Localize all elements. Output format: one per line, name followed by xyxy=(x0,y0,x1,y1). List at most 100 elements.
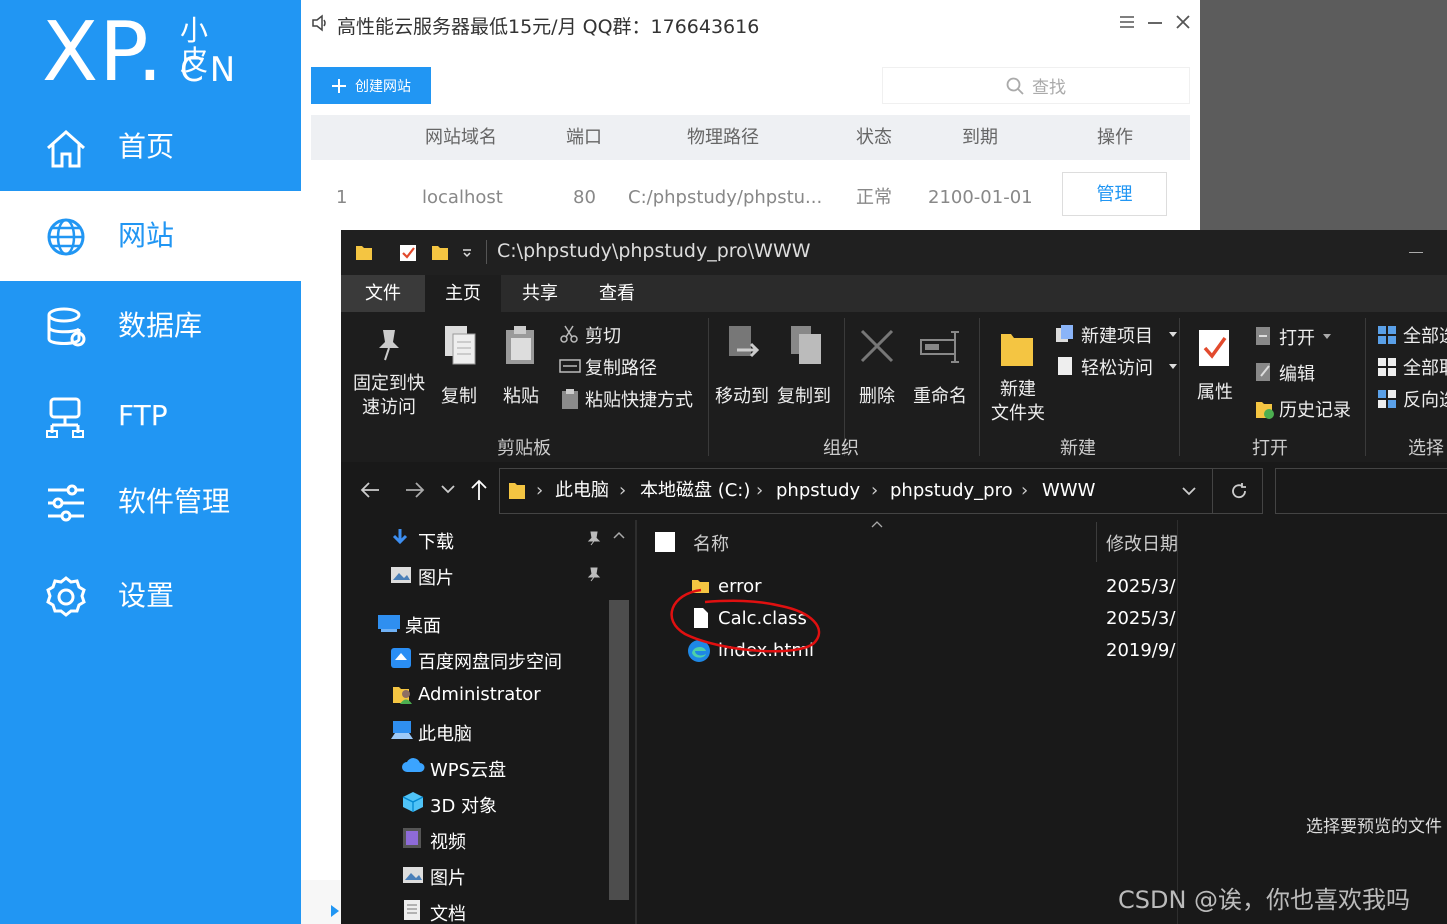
nav-pictures-quick[interactable]: 图片 xyxy=(418,564,454,590)
properties-check-icon[interactable] xyxy=(399,242,417,262)
nav-database[interactable]: 数据库 xyxy=(0,281,301,371)
nav-documents[interactable]: 文档 xyxy=(430,900,466,924)
breadcrumb-local-disk[interactable]: 本地磁盘 (C:) xyxy=(640,469,750,513)
copy-to-button[interactable]: 复制到 xyxy=(777,320,835,430)
3d-objects-icon xyxy=(402,791,424,813)
home-icon xyxy=(44,126,88,170)
col-name-header[interactable]: 名称 xyxy=(693,530,729,556)
manage-button[interactable]: 管理 xyxy=(1062,172,1167,216)
scroll-up-icon[interactable] xyxy=(613,530,625,540)
nav-wps-cloud[interactable]: WPS云盘 xyxy=(430,756,506,782)
select-all-checkbox[interactable] xyxy=(655,532,675,552)
history-button[interactable]: 历史记录 xyxy=(1253,396,1363,422)
nav-this-pc[interactable]: 此电脑 xyxy=(418,720,472,746)
minimize-icon[interactable] xyxy=(1147,14,1163,30)
nav-desktop[interactable]: 桌面 xyxy=(405,612,441,638)
tab-view[interactable]: 查看 xyxy=(579,275,655,312)
nav-videos[interactable]: 视频 xyxy=(430,828,466,854)
pin-icon[interactable] xyxy=(585,566,601,582)
desktop-background xyxy=(1200,0,1447,230)
breadcrumb-this-pc[interactable]: 此电脑 xyxy=(555,469,609,513)
announcement[interactable]: 高性能云服务器最低15元/月 QQ群：176643616 xyxy=(337,12,759,39)
cut-button[interactable]: 剪切 xyxy=(559,322,699,348)
desktop-icon xyxy=(377,614,401,632)
search-input[interactable]: 查找 xyxy=(882,67,1190,104)
nav-administrator[interactable]: Administrator xyxy=(418,684,541,705)
new-item-button[interactable]: 新建项目 xyxy=(1053,322,1177,348)
rename-button[interactable]: 重命名 xyxy=(911,320,969,430)
properties-icon xyxy=(1197,326,1231,368)
edit-icon xyxy=(1255,362,1273,382)
nav-settings[interactable]: 设置 xyxy=(0,551,301,641)
gear-icon xyxy=(44,575,88,619)
nav-ftp[interactable]: FTP xyxy=(0,371,301,461)
create-website-button[interactable]: 创建网站 xyxy=(311,67,431,104)
tab-home[interactable]: 主页 xyxy=(425,275,501,312)
pin-icon[interactable] xyxy=(585,530,601,546)
nav-database-label: 数据库 xyxy=(118,309,203,342)
breadcrumb-phpstudy-pro[interactable]: phpstudy_pro xyxy=(890,469,1013,513)
col-action: 操作 xyxy=(1097,127,1133,148)
new-folder-quick-icon[interactable] xyxy=(431,242,449,262)
close-icon[interactable] xyxy=(1175,14,1191,30)
nav-3d-objects[interactable]: 3D 对象 xyxy=(430,792,497,818)
nav-home[interactable]: 首页 xyxy=(0,102,301,192)
paste-button[interactable]: 粘贴 xyxy=(499,320,543,420)
paste-shortcut-button[interactable]: 粘贴快捷方式 xyxy=(559,386,699,412)
move-to-button[interactable]: 移动到 xyxy=(715,320,773,430)
copy-label: 复制 xyxy=(441,386,477,407)
up-arrow-icon[interactable] xyxy=(469,478,489,502)
cut-label: 剪切 xyxy=(585,326,621,347)
back-arrow-icon[interactable] xyxy=(359,480,381,500)
select-all-button[interactable]: 全部选 xyxy=(1377,322,1447,348)
new-item-label: 新建项目 xyxy=(1081,326,1153,347)
nav-website[interactable]: 网站 xyxy=(0,191,301,281)
file-date: 2019/9/ xyxy=(1106,640,1176,661)
address-bar[interactable]: › 此电脑 › 本地磁盘 (C:) › phpstudy › phpstudy_… xyxy=(499,468,1263,514)
properties-button[interactable]: 属性 xyxy=(1193,320,1237,434)
col-modified-header[interactable]: 修改日期 xyxy=(1106,530,1178,556)
nav-baidu-sync[interactable]: 百度网盘同步空间 xyxy=(418,648,562,674)
forward-arrow-icon[interactable] xyxy=(404,480,426,500)
open-button[interactable]: 打开 xyxy=(1253,324,1343,350)
logo-xp: XP. xyxy=(42,5,164,100)
breadcrumb-www[interactable]: WWW xyxy=(1042,469,1095,513)
copy-button[interactable]: 复制 xyxy=(439,320,483,420)
expand-arrow-icon[interactable] xyxy=(330,904,340,918)
nav-pictures[interactable]: 图片 xyxy=(430,864,466,890)
pin-quick-access-button[interactable]: 固定到快 速访问 xyxy=(353,320,425,430)
tab-share[interactable]: 共享 xyxy=(501,275,579,312)
breadcrumb-phpstudy[interactable]: phpstudy xyxy=(776,469,860,513)
nav-downloads[interactable]: 下载 xyxy=(418,528,454,554)
easy-access-button[interactable]: 轻松访问 xyxy=(1053,354,1177,380)
tab-file[interactable]: 文件 xyxy=(341,275,425,312)
menu-icon[interactable] xyxy=(1119,14,1135,30)
delete-icon xyxy=(859,328,895,364)
wps-cloud-icon xyxy=(401,757,425,773)
folder-icon xyxy=(508,469,526,513)
col-port: 端口 xyxy=(566,127,602,148)
videos-icon xyxy=(402,827,422,849)
invert-selection-button[interactable]: 反向选 xyxy=(1377,386,1447,412)
new-item-icon xyxy=(1055,324,1075,344)
qa-dropdown-icon[interactable] xyxy=(461,244,473,258)
delete-button[interactable]: 删除 xyxy=(855,320,899,430)
row-expire: 2100-01-01 xyxy=(928,187,1033,208)
address-dropdown-icon[interactable] xyxy=(1182,486,1196,496)
copy-path-button[interactable]: 复制路径 xyxy=(559,354,699,380)
minimize-icon[interactable] xyxy=(1409,252,1423,253)
recent-dropdown-icon[interactable] xyxy=(441,484,455,494)
explorer-search-input[interactable] xyxy=(1275,468,1447,514)
nav-scrollbar[interactable] xyxy=(609,600,629,900)
ribbon-separator xyxy=(979,318,980,456)
sort-up-icon xyxy=(871,520,883,528)
globe-icon xyxy=(44,215,88,259)
nav-software[interactable]: 软件管理 xyxy=(0,457,301,547)
select-none-button[interactable]: 全部取 xyxy=(1377,354,1447,380)
row-domain: localhost xyxy=(422,187,503,208)
new-folder-button[interactable]: 新建 文件夹 xyxy=(989,320,1047,434)
edit-button[interactable]: 编辑 xyxy=(1253,360,1343,386)
pictures-icon xyxy=(402,866,424,884)
refresh-icon[interactable] xyxy=(1230,482,1248,500)
table-row[interactable]: 1 localhost 80 C:/phpstudy/phpstu... 正常 … xyxy=(311,170,1190,225)
